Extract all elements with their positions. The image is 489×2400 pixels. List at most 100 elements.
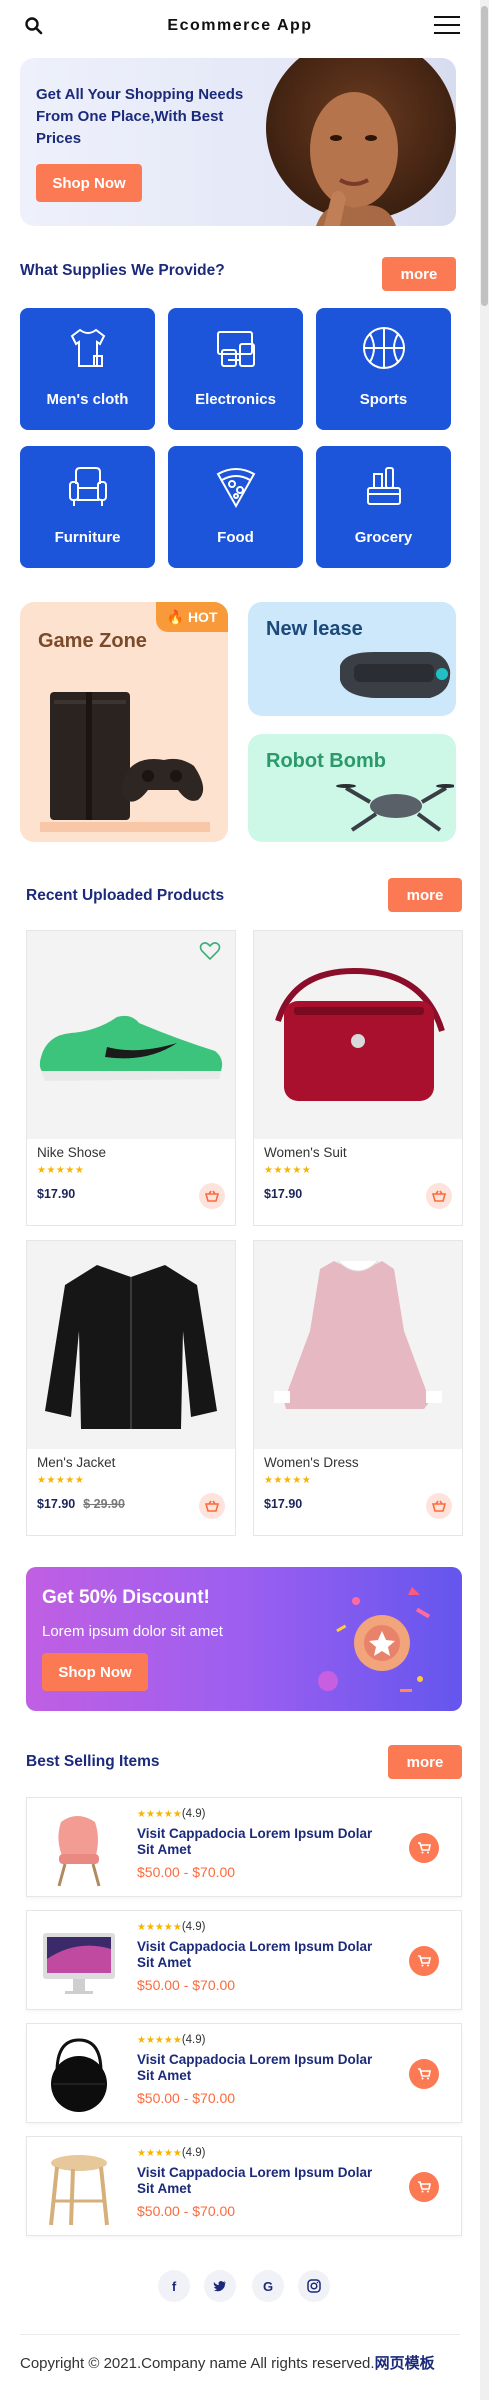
item-rating: ★★★★★(4.9)	[137, 2147, 206, 2159]
best-selling-item[interactable]: ★★★★★(4.9) Visit Cappadocia Lorem Ipsum …	[26, 1910, 462, 2010]
cart-button[interactable]	[409, 1946, 439, 1976]
scrollbar-thumb[interactable]	[481, 6, 488, 306]
wooden-stool-image	[49, 2155, 109, 2226]
rating-stars: ★★★★★	[37, 1475, 85, 1486]
category-label: Men's cloth	[46, 391, 129, 408]
add-to-cart-button[interactable]	[426, 1493, 452, 1519]
category-label: Sports	[359, 391, 408, 408]
copyright-label: Copyright © 2021.Company name All rights…	[20, 2355, 375, 2372]
round-bag-image	[51, 2038, 107, 2112]
rating-value: (4.9)	[181, 2034, 206, 2046]
add-to-cart-button[interactable]	[199, 1183, 225, 1209]
item-price-range: $50.00 - $70.00	[137, 2203, 236, 2219]
basket-icon	[432, 1500, 446, 1512]
discount-banner: Get 50% Discount! Lorem ipsum dolor sit …	[26, 1567, 462, 1711]
promo-lease-title: New lease	[266, 618, 363, 640]
item-rating: ★★★★★(4.9)	[137, 1808, 206, 1820]
promo-robot-bomb[interactable]: Robot Bomb	[248, 734, 456, 842]
product-name: Men's Jacket	[37, 1455, 116, 1470]
add-to-cart-button[interactable]	[426, 1183, 452, 1209]
category-label: Grocery	[354, 529, 413, 546]
instagram-icon[interactable]	[298, 2270, 330, 2302]
category-label: Electronics	[195, 391, 276, 408]
item-rating: ★★★★★(4.9)	[137, 1921, 206, 1933]
google-icon[interactable]: G	[252, 2270, 284, 2302]
drone-image	[336, 784, 454, 832]
basket-icon	[205, 1500, 219, 1512]
item-price-range: $50.00 - $70.00	[137, 1977, 236, 1993]
rating-stars: ★★★★★	[37, 1165, 85, 1176]
cart-button[interactable]	[409, 2059, 439, 2089]
promo-game-title: Game Zone	[38, 630, 147, 652]
product-name: Women's Dress	[264, 1455, 359, 1470]
basket-icon	[205, 1190, 219, 1202]
page-scrollbar[interactable]	[480, 0, 489, 2400]
item-title: Visit Cappadocia Lorem Ipsum Dolar Sit A…	[137, 2052, 373, 2083]
old-price: $ 29.90	[83, 1497, 125, 1511]
supplies-more-button[interactable]: more	[382, 257, 456, 291]
hero-banner: Get All Your Shopping Needs From One Pla…	[20, 58, 456, 226]
hero-portrait-image	[266, 58, 456, 226]
promo-game-zone[interactable]: 🔥 HOT Game Zone	[20, 602, 228, 842]
discount-shop-now-button[interactable]: Shop Now	[42, 1653, 148, 1691]
discount-title: Get 50% Discount!	[42, 1587, 210, 1608]
product-image-dress	[254, 1241, 462, 1449]
devices-icon	[216, 331, 255, 367]
product-card[interactable]: Women's Dress ★★★★★ $17.90	[253, 1240, 463, 1536]
add-to-cart-button[interactable]	[199, 1493, 225, 1519]
category-sports[interactable]: Sports	[316, 308, 451, 430]
twitter-icon[interactable]	[204, 2270, 236, 2302]
vr-headset-image	[340, 652, 451, 698]
page: Ecommerce App Get All Your Shopping Need…	[0, 0, 480, 2400]
product-price: $17.90	[264, 1497, 302, 1511]
category-label: Furniture	[54, 529, 121, 546]
hamburger-menu-icon[interactable]	[434, 16, 460, 36]
item-title: Visit Cappadocia Lorem Ipsum Dolar Sit A…	[137, 1939, 373, 1970]
hero-text: Get All Your Shopping Needs From One Pla…	[36, 86, 244, 147]
product-card[interactable]: Nike Shose ★★★★★ $17.90	[26, 930, 236, 1226]
category-grocery[interactable]: Grocery	[316, 446, 451, 568]
recent-more-button[interactable]: more	[388, 878, 462, 912]
pink-chair-image	[57, 1816, 101, 1887]
discount-medal-illustration	[318, 1587, 431, 1692]
copyright-text: Copyright © 2021.Company name All rights…	[20, 2352, 435, 2373]
hot-badge-label: HOT	[187, 609, 218, 625]
promo-new-lease[interactable]: New lease	[248, 602, 456, 716]
pizza-icon	[216, 468, 255, 509]
hero-shop-now-button[interactable]: Shop Now	[36, 164, 142, 202]
cart-button[interactable]	[409, 1833, 439, 1863]
category-mens-cloth[interactable]: Men's cloth	[20, 308, 155, 430]
discount-text: Lorem ipsum dolor sit amet	[42, 1623, 223, 1640]
heart-icon[interactable]	[199, 941, 221, 961]
price-value: $17.90	[264, 1497, 303, 1511]
product-card[interactable]: Men's Jacket ★★★★★ $17.90 $ 29.90	[26, 1240, 236, 1536]
category-electronics[interactable]: Electronics	[168, 308, 303, 430]
rating-stars: ★★★★★	[264, 1165, 312, 1176]
item-title: Visit Cappadocia Lorem Ipsum Dolar Sit A…	[137, 1826, 373, 1857]
cart-icon	[418, 2068, 431, 2080]
product-price: $17.90 $ 29.90	[37, 1497, 125, 1511]
best-selling-item[interactable]: ★★★★★(4.9) Visit Cappadocia Lorem Ipsum …	[26, 2023, 462, 2123]
grocery-icon	[366, 467, 401, 505]
category-furniture[interactable]: Furniture	[20, 446, 155, 568]
facebook-icon[interactable]: f	[158, 2270, 190, 2302]
price-value: $17.90	[264, 1187, 303, 1201]
game-console-image	[40, 692, 210, 832]
best-selling-item[interactable]: ★★★★★(4.9) Visit Cappadocia Lorem Ipsum …	[26, 1797, 462, 1897]
product-price: $17.90	[37, 1187, 75, 1201]
rating-value: (4.9)	[181, 1921, 206, 1933]
app-header: Ecommerce App	[0, 0, 480, 52]
cart-button[interactable]	[409, 2172, 439, 2202]
footer-link[interactable]: 网页模板	[375, 2355, 435, 2372]
best-selling-more-button[interactable]: more	[388, 1745, 462, 1779]
product-name: Nike Shose	[37, 1145, 107, 1160]
best-selling-title: Best Selling Items	[26, 1753, 160, 1770]
product-image-sneaker	[27, 931, 235, 1139]
basket-icon	[432, 1190, 446, 1202]
category-food[interactable]: Food	[168, 446, 303, 568]
best-selling-item[interactable]: ★★★★★(4.9) Visit Cappadocia Lorem Ipsum …	[26, 2136, 462, 2236]
fire-icon: 🔥	[166, 608, 184, 625]
product-card[interactable]: Women's Suit ★★★★★ $17.90	[253, 930, 463, 1226]
category-label: Food	[217, 529, 254, 546]
search-icon[interactable]	[24, 16, 44, 36]
